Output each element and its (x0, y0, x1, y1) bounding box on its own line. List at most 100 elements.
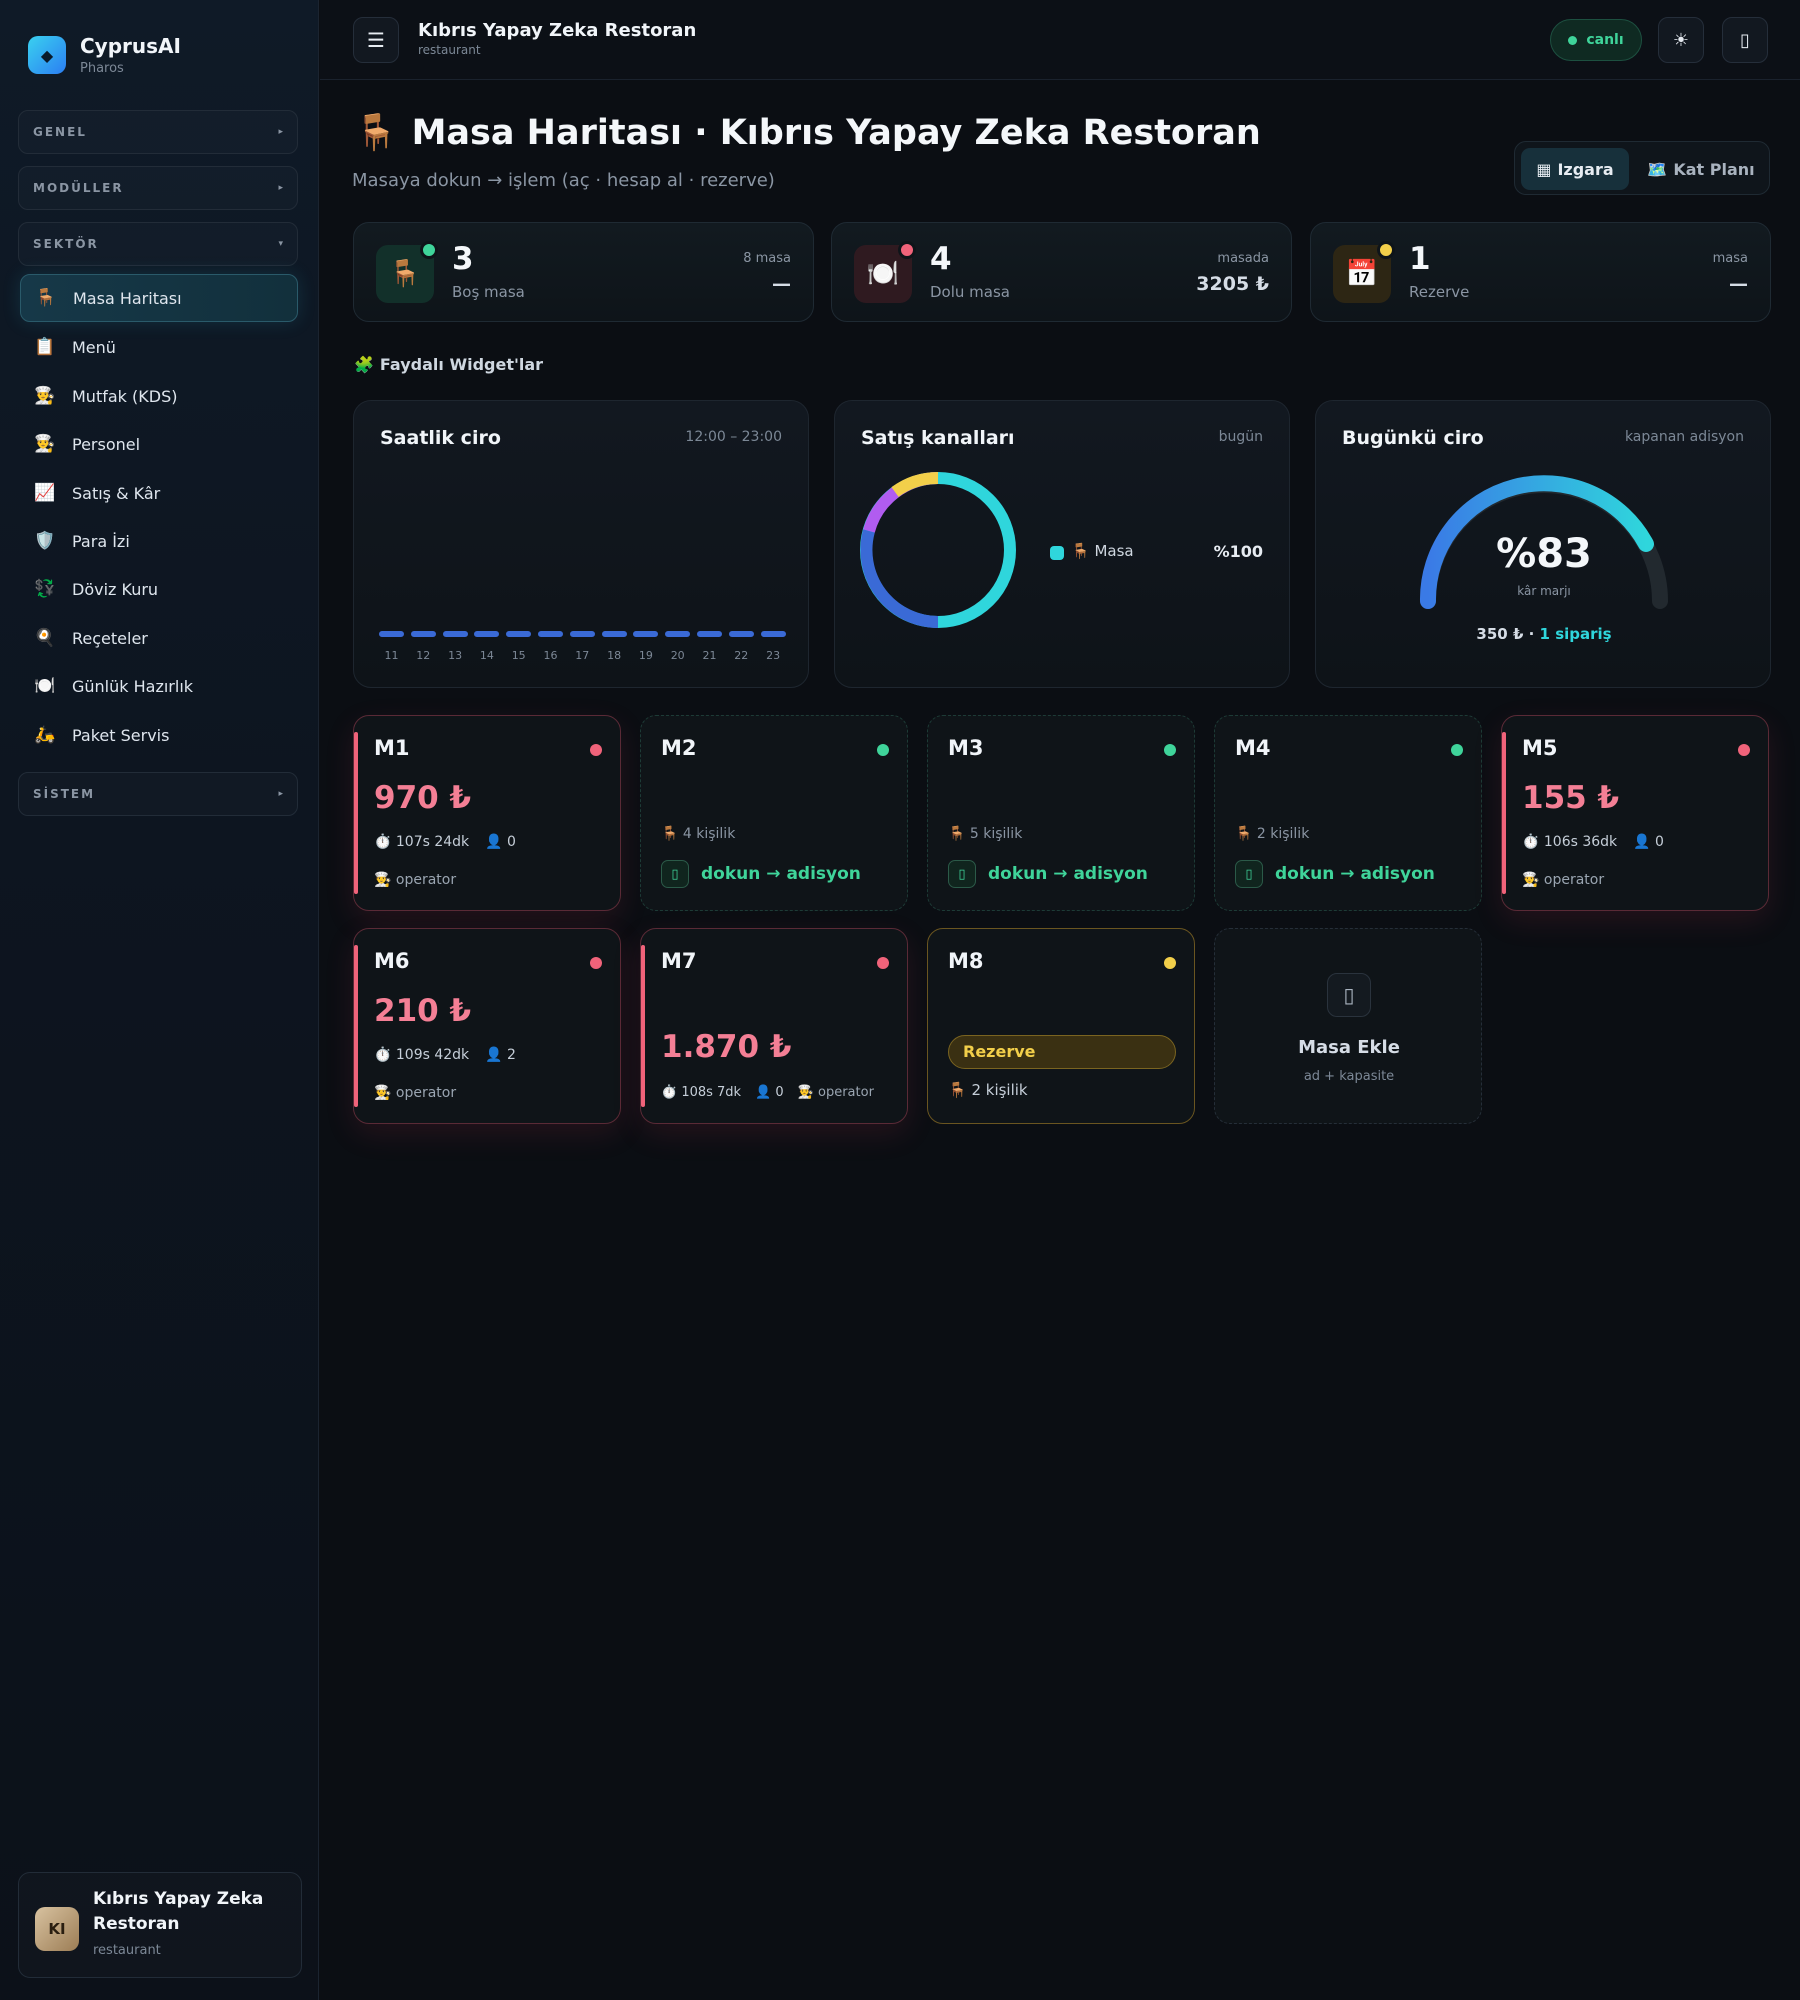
table-card-m4[interactable]: M4 🪑 2 kişilik ▯ dokun → adisyon (1214, 715, 1482, 911)
sidebar-item-label: Paket Servis (72, 725, 170, 745)
sidebar-item-label: Günlük Hazırlık (72, 676, 194, 696)
chef-icon: 👨‍🍳 (34, 434, 56, 454)
widget-title: Bugünkü ciro (1342, 427, 1484, 449)
status-dot-icon (877, 957, 889, 969)
stat-card-empty-tables: 🪑 3 Boş masa 8 masa — (353, 222, 814, 322)
stat-value: 1 (1409, 241, 1431, 277)
sidebar-item-gunluk-hazirlik[interactable]: 🍽️ Günlük Hazırlık (20, 662, 298, 710)
table-duration: ⏱️ 109s 42dk (374, 1047, 470, 1063)
view-floor-plan-button[interactable]: 🗺️ Kat Planı (1639, 148, 1763, 190)
widget-note: 12:00 – 23:00 (685, 429, 782, 445)
chart-tick-label: 20 (670, 649, 685, 662)
chart-tick-label: 13 (448, 649, 463, 662)
stat-card-occupied-tables: 🍽️ 4 Dolu masa masada 3205 ₺ (831, 222, 1292, 322)
revenue-amount: 350 ₺ · (1476, 625, 1540, 643)
sidebar-item-para-izi[interactable]: 🛡️ Para İzi (20, 517, 298, 565)
sidebar-item-label: Personel (72, 434, 141, 454)
sidebar-item-doviz-kuru[interactable]: 💱 Döviz Kuru (20, 565, 298, 613)
view-grid-button[interactable]: ▦ Izgara (1521, 148, 1629, 190)
section-moduller[interactable]: MODÜLLER ▸ (18, 166, 298, 210)
page-title: 🪑 Masa Haritası · Kıbrıs Yapay Zeka Rest… (354, 112, 1261, 154)
theme-toggle-button[interactable]: ☀ (1658, 17, 1704, 63)
menu-button[interactable]: ☰ (353, 17, 399, 63)
scooter-icon: 🛵 (34, 725, 56, 745)
add-table-button[interactable]: ▯ Masa Ekle ad + kapasite (1214, 928, 1482, 1124)
section-label: SEKTÖR (33, 237, 99, 251)
table-card-m1[interactable]: M1 970 ₺ ⏱️ 107s 24dk 👤 0 👨‍🍳 operator (353, 715, 621, 911)
chart-bar (601, 631, 627, 637)
widget-note: bugün (1218, 429, 1263, 445)
widgets-heading-label: Faydalı Widget'lar (379, 355, 544, 374)
sidebar-item-personel[interactable]: 👨‍🍳 Personel (20, 420, 298, 468)
sidebar-item-menu[interactable]: 📋 Menü (20, 323, 298, 371)
status-dot-icon (898, 241, 916, 259)
status-dot-icon (1164, 744, 1176, 756)
add-table-icon: ▯ (1327, 973, 1371, 1017)
table-seats: 🪑 2 kişilik (1235, 826, 1310, 842)
workspace-card[interactable]: KI Kıbrıs Yapay Zeka Restoran restaurant (18, 1872, 302, 1978)
add-table-title: Masa Ekle (1298, 1037, 1400, 1058)
legend-label-text: Masa (1094, 542, 1134, 560)
sidebar-item-paket-servis[interactable]: 🛵 Paket Servis (20, 711, 298, 759)
page-subtitle: Masaya dokun → işlem (aç · hesap al · re… (352, 170, 775, 191)
device-button[interactable]: ▯ (1722, 17, 1768, 63)
status-dot-icon (590, 957, 602, 969)
table-card-m3[interactable]: M3 🪑 5 kişilik ▯ dokun → adisyon (927, 715, 1195, 911)
widget-hourly-revenue: Saatlik ciro 12:00 – 23:00 11 12 13 14 15 16 1… (353, 400, 809, 688)
brand-name: CyprusAI (80, 34, 181, 58)
legend-percent: %100 (1213, 542, 1263, 561)
hamburger-icon: ☰ (367, 28, 385, 52)
legend-swatch-icon (1050, 546, 1064, 560)
chart-tick-label: 19 (638, 649, 653, 662)
section-sektor[interactable]: SEKTÖR ▾ (18, 222, 298, 266)
stat-aux-label: masa (1712, 251, 1748, 266)
section-sistem[interactable]: SİSTEM ▸ (18, 772, 298, 816)
chart-tick-label: 21 (702, 649, 717, 662)
table-card-m7[interactable]: M7 1.870 ₺ ⏱️ 108s 7dk 👤 0 👨‍🍳 operator (640, 928, 908, 1124)
brand[interactable]: ◆ CyprusAI Pharos (28, 34, 181, 76)
table-card-m2[interactable]: M2 🪑 4 kişilik ▯ dokun → adisyon (640, 715, 908, 911)
section-genel[interactable]: GENEL ▸ (18, 110, 298, 154)
add-table-subtitle: ad + kapasite (1303, 1069, 1395, 1084)
widget-title: Saatlik ciro (380, 427, 501, 449)
sidebar-item-mutfak[interactable]: 👨‍🍳 Mutfak (KDS) (20, 372, 298, 420)
open-bill-action[interactable]: ▯ dokun → adisyon (661, 860, 861, 888)
widget-title: Satış kanalları (861, 427, 1015, 449)
chart-bar (728, 631, 754, 637)
table-meta: ⏱️ 108s 7dk 👤 0 👨‍🍳 operator (661, 1085, 874, 1100)
chart-up-icon: 📈 (34, 483, 56, 503)
grid-icon: ▦ (1536, 159, 1552, 179)
sidebar-item-label: Mutfak (KDS) (72, 386, 178, 406)
table-name: M2 (661, 736, 697, 760)
stat-label: Boş masa (452, 283, 525, 301)
table-card-m6[interactable]: M6 210 ₺ ⏱️ 109s 42dk 👤 2 👨‍🍳 operator (353, 928, 621, 1124)
sidebar-item-label: Döviz Kuru (72, 579, 159, 599)
sidebar-item-label: Menü (72, 337, 116, 357)
sidebar-item-receteler[interactable]: 🍳 Reçeteler (20, 614, 298, 662)
status-dot-icon (420, 241, 438, 259)
status-dot-icon (590, 744, 602, 756)
table-card-m5[interactable]: M5 155 ₺ ⏱️ 106s 36dk 👤 0 👨‍🍳 operator (1501, 715, 1769, 911)
table-card-m8[interactable]: M8 Rezerve 🪑 2 kişilik (927, 928, 1195, 1124)
sidebar-item-label: Satış & Kâr (72, 483, 161, 503)
widget-sales-channels: Satış kanalları bugün 🪑 Masa %100 (834, 400, 1290, 688)
table-seats: 🪑 4 kişilik (661, 826, 736, 842)
currency-exchange-icon: 💱 (34, 579, 56, 599)
sidebar-item-label: Para İzi (72, 531, 130, 551)
open-bill-action[interactable]: ▯ dokun → adisyon (1235, 860, 1435, 888)
sidebar-item-satis-kar[interactable]: 📈 Satış & Kâr (20, 469, 298, 517)
open-bill-action[interactable]: ▯ dokun → adisyon (948, 860, 1148, 888)
gauge-label: kâr marjı (1517, 584, 1571, 598)
table-meta: ⏱️ 109s 42dk 👤 2 (374, 1047, 516, 1063)
stat-aux-label: 8 masa (743, 251, 791, 266)
stat-aux-value: — (1729, 273, 1748, 295)
widget-note: kapanan adisyon (1624, 429, 1744, 445)
table-name: M6 (374, 949, 410, 973)
tap-icon: ▯ (1235, 860, 1263, 888)
chart-tick-label: 15 (511, 649, 526, 662)
puzzle-icon: 🧩 (354, 355, 374, 374)
chart-bar (379, 631, 404, 637)
sidebar-item-masa-haritasi[interactable]: 🪑 Masa Haritası (20, 274, 298, 322)
legend-label: 🪑 Masa (1071, 542, 1134, 560)
chart-bar (569, 631, 595, 637)
